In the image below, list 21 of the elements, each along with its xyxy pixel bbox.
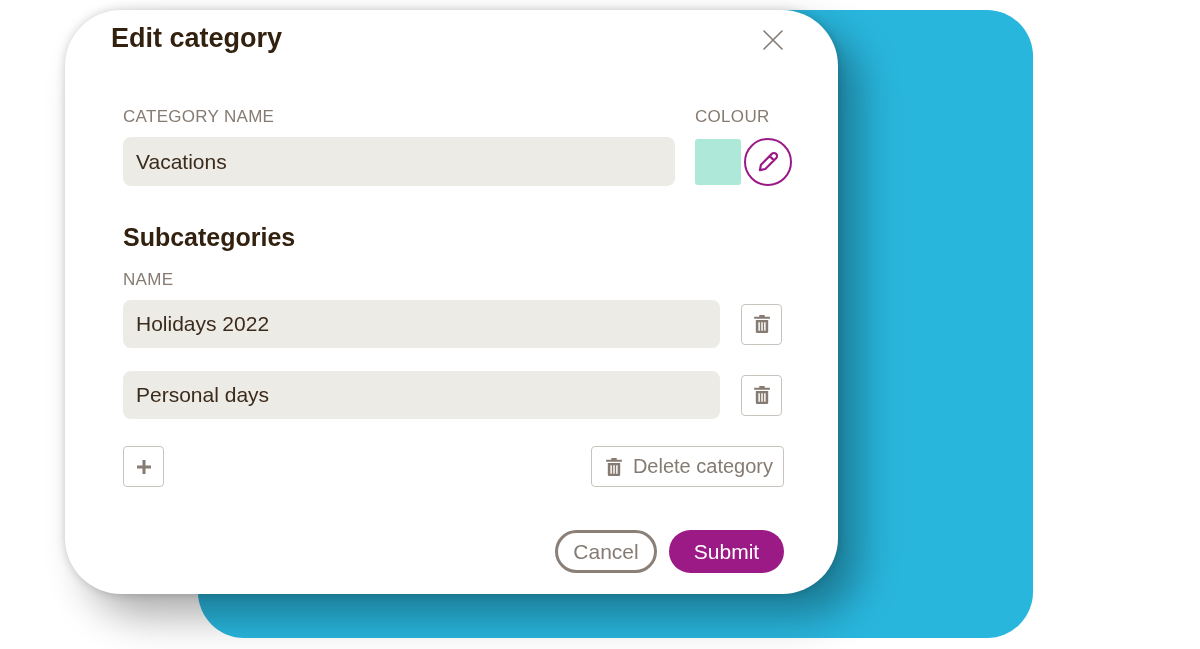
delete-button[interactable] <box>741 303 782 345</box>
close-button[interactable] <box>763 30 783 50</box>
section-heading: Subcategories <box>123 222 296 252</box>
close-icon <box>763 30 783 50</box>
field-label: COLOUR <box>695 107 770 127</box>
submit-button[interactable]: Submit <box>669 530 784 573</box>
delete-category-button[interactable]: Delete category <box>590 446 784 487</box>
text-field[interactable]: Vacations <box>123 137 675 186</box>
text-field[interactable]: Holidays 2022 <box>123 300 720 348</box>
trash-icon <box>753 386 770 404</box>
cancel-button[interactable]: Cancel <box>555 530 657 573</box>
trash-icon <box>753 315 770 333</box>
plus-icon <box>135 458 152 475</box>
edit-button[interactable] <box>744 138 792 186</box>
trash-icon <box>605 457 622 476</box>
field-label: CATEGORY NAME <box>123 107 275 127</box>
add-button[interactable] <box>123 446 164 487</box>
text-field[interactable]: Personal days <box>123 371 720 419</box>
field-label: NAME <box>123 270 174 290</box>
dialog-title: Edit category <box>111 22 283 54</box>
delete-button[interactable] <box>741 374 782 416</box>
